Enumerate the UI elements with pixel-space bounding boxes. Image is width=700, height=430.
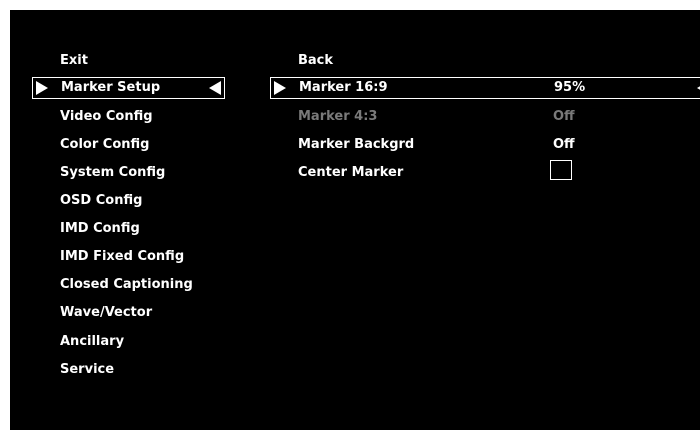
menu-item-marker-setup[interactable]: Marker Setup — [32, 77, 225, 99]
submenu-item-marker-backgrd[interactable]: Marker Backgrd Off — [270, 134, 700, 156]
submenu-item-value: Off — [553, 137, 575, 152]
center-marker-checkbox[interactable] — [550, 160, 572, 180]
menu-item-osd-config[interactable]: OSD Config — [32, 190, 225, 212]
menu-item-exit[interactable]: Exit — [32, 50, 225, 72]
submenu-back[interactable]: Back — [270, 50, 700, 72]
menu-item-label: Exit — [60, 53, 88, 68]
play-right-icon — [36, 81, 48, 95]
menu-item-service[interactable]: Service — [32, 359, 225, 381]
menu-item-label: OSD Config — [60, 193, 143, 208]
submenu-item-label: Marker Backgrd — [298, 137, 415, 152]
submenu-item-marker-4-3: Marker 4:3 Off — [270, 106, 700, 128]
menu-item-imd-config[interactable]: IMD Config — [32, 218, 225, 240]
submenu-item-center-marker[interactable]: Center Marker — [270, 160, 700, 184]
menu-item-wave-vector[interactable]: Wave/Vector — [32, 302, 225, 324]
menu-item-label: System Config — [60, 165, 166, 180]
submenu-item-value: 95% — [554, 80, 586, 95]
submenu-item-label: Marker 4:3 — [298, 109, 378, 124]
submenu-item-value: Off — [553, 109, 575, 124]
submenu-item-marker-16-9[interactable]: Marker 16:9 95% — [270, 77, 700, 99]
menu-item-imd-fixed-config[interactable]: IMD Fixed Config — [32, 246, 225, 268]
submenu-item-label: Center Marker — [298, 165, 404, 180]
menu-item-color-config[interactable]: Color Config — [32, 134, 225, 156]
play-right-icon — [274, 81, 286, 95]
menu-item-label: Marker Setup — [61, 80, 161, 95]
menu-item-label: IMD Fixed Config — [60, 249, 185, 264]
menu-item-label: Wave/Vector — [60, 305, 153, 320]
menu-item-label: Ancillary — [60, 334, 125, 349]
play-left-icon — [209, 81, 221, 95]
menu-item-system-config[interactable]: System Config — [32, 162, 225, 184]
menu-item-label: Color Config — [60, 137, 150, 152]
menu-item-ancillary[interactable]: Ancillary — [32, 331, 225, 353]
menu-item-label: Closed Captioning — [60, 277, 193, 292]
osd-screen: Exit Marker Setup Video Config Color Con… — [10, 10, 700, 430]
menu-item-video-config[interactable]: Video Config — [32, 106, 225, 128]
menu-item-label: Video Config — [60, 109, 153, 124]
submenu-back-label: Back — [298, 53, 334, 68]
menu-item-label: IMD Config — [60, 221, 140, 236]
menu-item-label: Service — [60, 362, 115, 377]
menu-item-closed-captioning[interactable]: Closed Captioning — [32, 274, 225, 296]
submenu-item-label: Marker 16:9 — [299, 80, 388, 95]
